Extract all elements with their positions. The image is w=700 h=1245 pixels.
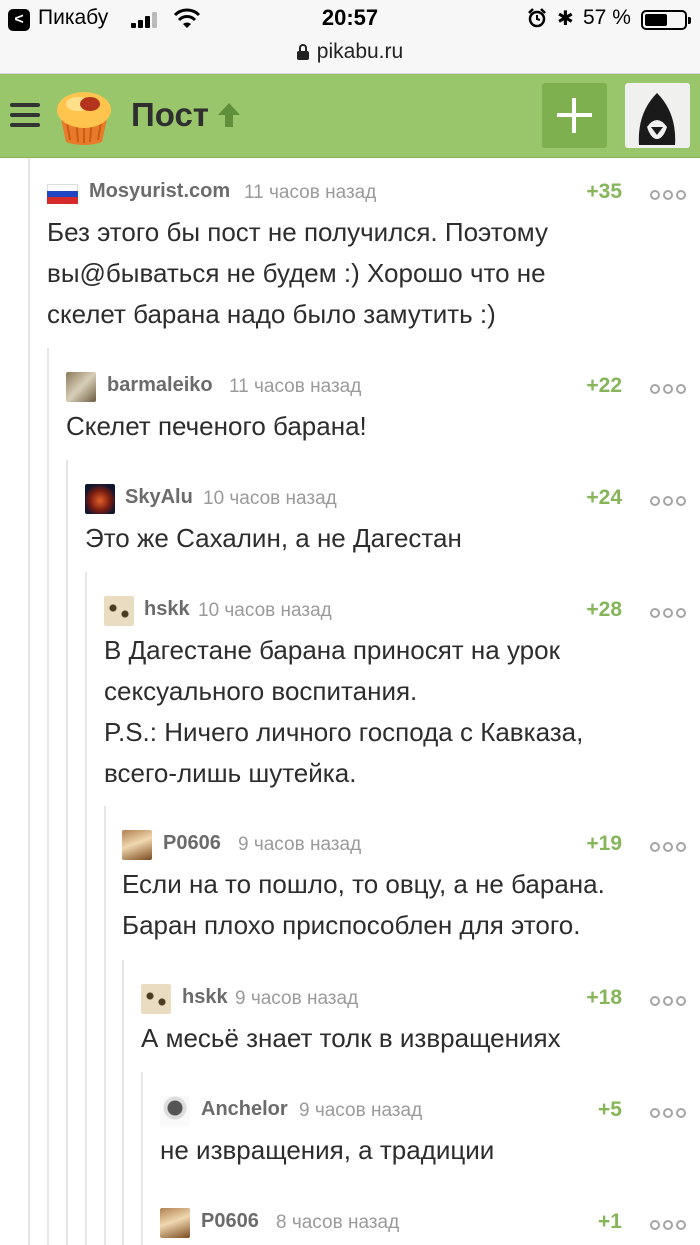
comment-time: 9 часов назад: [238, 834, 362, 855]
comment-rating: +35: [586, 180, 622, 203]
comment: hskk 9 часов назад +18 А месьё знает тол…: [141, 982, 700, 1059]
avatar[interactable]: [160, 1208, 190, 1238]
comment-author[interactable]: Anchelor: [201, 1098, 288, 1121]
battery-percent: 57 %: [583, 6, 631, 29]
comment-time: 10 часов назад: [203, 488, 337, 509]
comment-time: 11 часов назад: [229, 376, 362, 397]
comment-author[interactable]: barmaleiko: [107, 374, 213, 397]
comment-rating: +18: [586, 986, 622, 1009]
site-header: Пост: [0, 74, 700, 158]
bluetooth-icon: ✱: [557, 8, 574, 30]
avatar[interactable]: [141, 984, 171, 1014]
status-bar: < Пикабу 20:57 ✱ 57 %: [0, 0, 700, 38]
thread-line[interactable]: [85, 572, 87, 1245]
menu-icon[interactable]: [10, 103, 40, 127]
comment-time: 9 часов назад: [299, 1100, 423, 1121]
comment-rating: +28: [586, 598, 622, 621]
more-options-icon[interactable]: [650, 996, 686, 1008]
more-options-icon[interactable]: [650, 384, 686, 396]
page-title: Пост: [131, 96, 209, 133]
comment-rating: +5: [598, 1098, 622, 1121]
more-options-icon[interactable]: [650, 190, 686, 202]
comment: hskk 10 часов назад +28 В Дагестане бара…: [104, 594, 700, 794]
add-post-button[interactable]: [542, 83, 607, 148]
comment: barmaleiko 11 часов назад +22 Скелет печ…: [66, 370, 700, 447]
url-text[interactable]: pikabu.ru: [317, 40, 403, 64]
arrow-up-icon[interactable]: [214, 100, 244, 130]
profile-avatar-button[interactable]: [625, 83, 690, 148]
lock-icon: [296, 44, 309, 60]
comment-author[interactable]: hskk: [144, 598, 190, 621]
comment-text: Скелет печеного барана!: [66, 411, 367, 441]
thread-line[interactable]: [122, 960, 124, 1245]
avatar[interactable]: [66, 372, 96, 402]
thread-line[interactable]: [104, 806, 106, 1245]
comment-rating: +1: [598, 1210, 622, 1233]
comment-author[interactable]: P0606: [163, 832, 221, 855]
more-options-icon[interactable]: [650, 496, 686, 508]
thread-line[interactable]: [66, 460, 68, 1245]
thread-line[interactable]: [28, 158, 30, 1245]
comment-time: 8 часов назад: [276, 1212, 400, 1233]
comment-text: А месьё знает толк в извращениях: [141, 1023, 561, 1053]
comment-author[interactable]: P0606: [201, 1210, 259, 1233]
more-options-icon[interactable]: [650, 1108, 686, 1120]
battery-icon: [641, 10, 691, 30]
comment-time: 9 часов назад: [235, 988, 359, 1009]
comment: P0606 9 часов назад +19 Если на то пошло…: [122, 828, 700, 946]
alarm-icon: [528, 8, 546, 28]
comment-rating: +24: [586, 486, 622, 509]
comment-time: 11 часов назад: [244, 182, 377, 203]
comment: SkyAlu 10 часов назад +24 Это же Сахалин…: [85, 482, 700, 559]
avatar[interactable]: [104, 596, 134, 626]
comment: P0606 8 часов назад +1: [160, 1206, 700, 1238]
comment-author[interactable]: hskk: [182, 986, 228, 1009]
comment-time: 10 часов назад: [198, 600, 332, 621]
hooded-avatar-icon: [638, 93, 676, 145]
comment-text: Это же Сахалин, а не Дагестан: [85, 523, 462, 553]
thread-line[interactable]: [141, 1072, 143, 1245]
comment-author[interactable]: Mosyurist.com: [89, 180, 230, 203]
more-options-icon[interactable]: [650, 608, 686, 620]
comment-thread: Mosyurist.com 11 часов назад +35 Без это…: [0, 158, 700, 1245]
pikabu-logo[interactable]: [52, 84, 116, 148]
url-bar[interactable]: pikabu.ru: [0, 38, 700, 74]
comment-text: Если на то пошло, то овцу, а не барана. Б…: [122, 869, 605, 940]
comment-author[interactable]: SkyAlu: [125, 486, 193, 509]
russia-flag-icon: [47, 184, 78, 204]
comment-text: В Дагестане барана приносят на урок сексу…: [104, 635, 584, 788]
avatar[interactable]: [85, 484, 115, 514]
more-options-icon[interactable]: [650, 842, 686, 854]
comment-rating: +19: [586, 832, 622, 855]
comment-rating: +22: [586, 374, 622, 397]
comment: Mosyurist.com 11 часов назад +35 Без это…: [47, 176, 700, 335]
thread-line[interactable]: [47, 348, 49, 1245]
comment-text: Без этого бы пост не получился. Поэтому в…: [47, 217, 548, 329]
avatar[interactable]: [122, 830, 152, 860]
more-options-icon[interactable]: [650, 1220, 686, 1232]
comment-text: не извращения, а традиции: [160, 1135, 495, 1165]
comment: Anchelor 9 часов назад +5 не извращения,…: [160, 1094, 700, 1171]
avatar[interactable]: [160, 1096, 190, 1126]
